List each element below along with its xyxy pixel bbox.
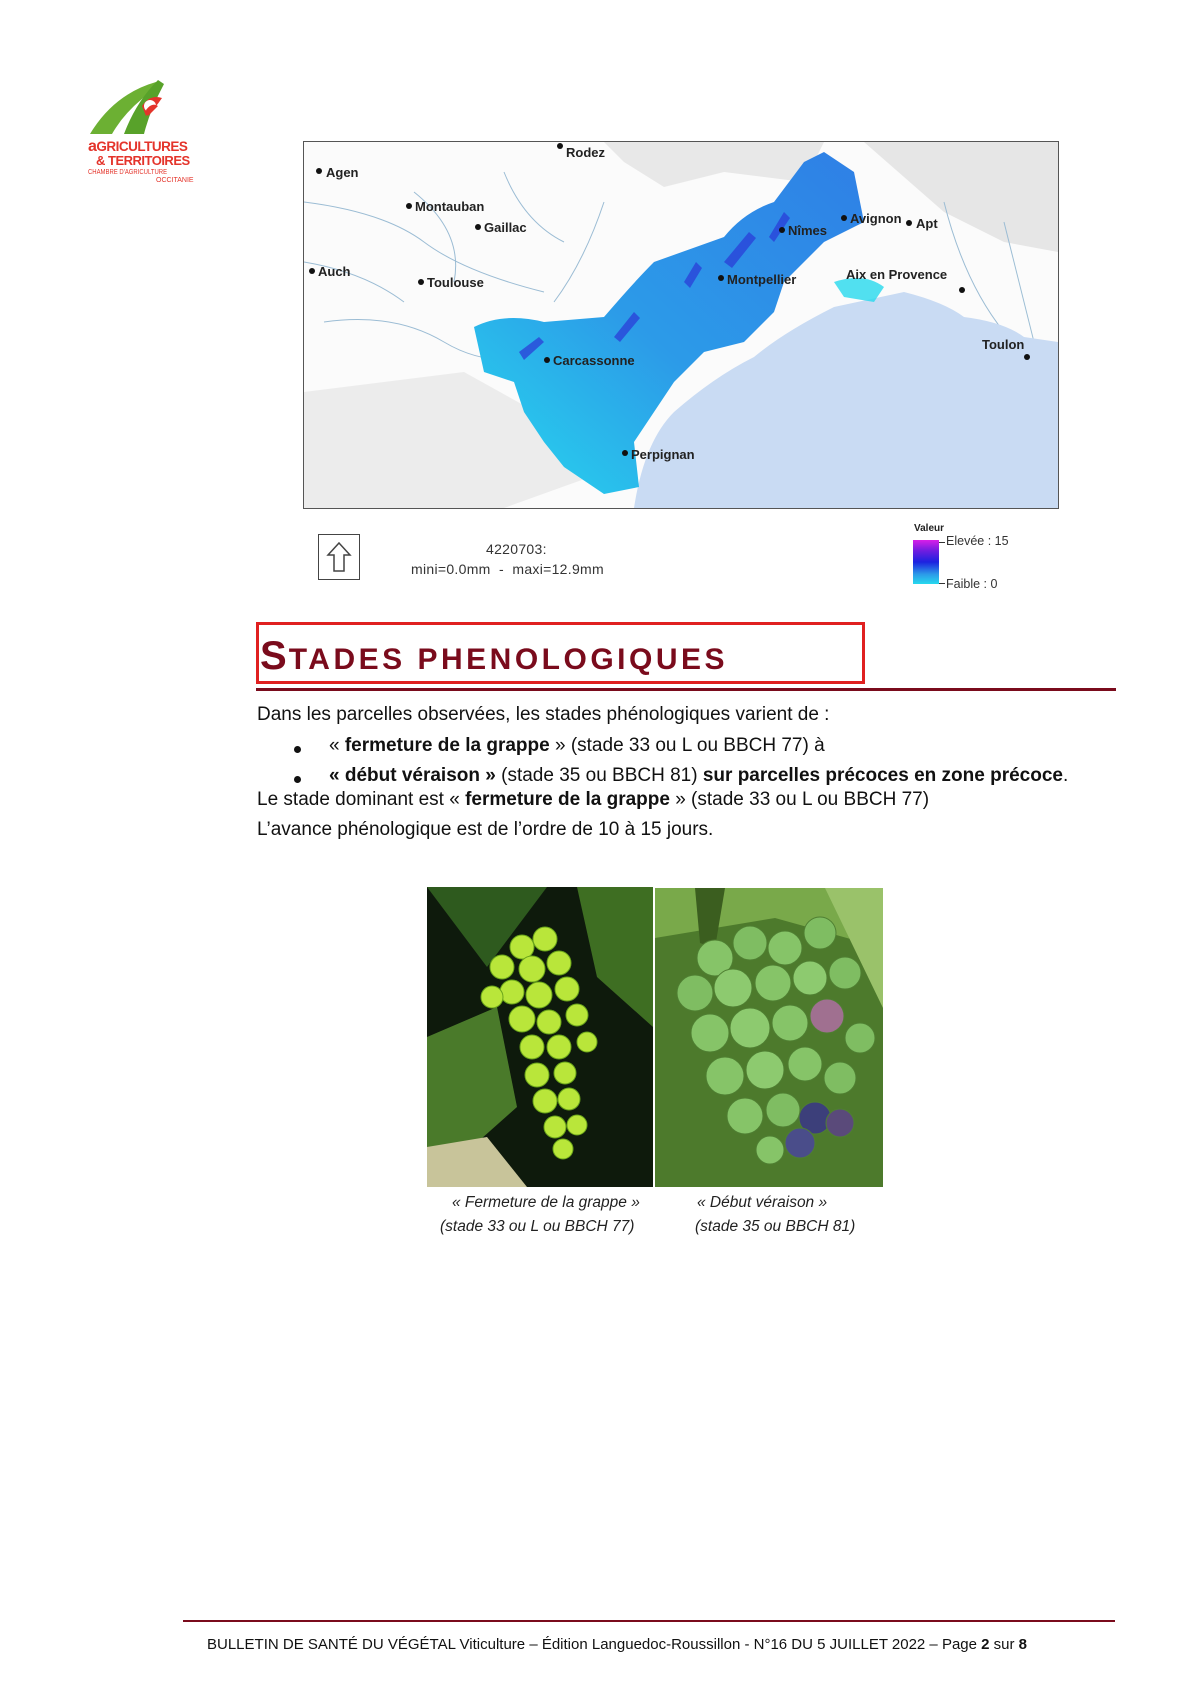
rainfall-map-graphic: Rodez Agen Montauban Gaillac Avignon Apt… xyxy=(304,142,1058,508)
footer-rule xyxy=(183,1620,1115,1622)
city-label-rodez: Rodez xyxy=(566,145,606,160)
chamber-logo: aGRICULTURES & TERRITOIRES CHAMBRE D'AGR… xyxy=(84,76,196,194)
bullet-item-2: « début véraison » (stade 35 ou BBCH 81)… xyxy=(329,765,1069,786)
logo-mark-icon xyxy=(90,80,164,134)
legend-high-label: Elevée : 15 xyxy=(946,534,1009,548)
legend-low-label: Faible : 0 xyxy=(946,577,998,591)
city-label-apt: Apt xyxy=(916,216,938,231)
logo-text-line4: OCCITANIE xyxy=(156,177,194,184)
city-label-perpignan: Perpignan xyxy=(631,447,695,462)
bullet-item-1: « fermeture de la grappe » (stade 33 ou … xyxy=(329,735,825,756)
rainfall-map: Rodez Agen Montauban Gaillac Avignon Apt… xyxy=(303,141,1059,509)
bullet-dot-1 xyxy=(294,746,301,753)
city-label-toulouse: Toulouse xyxy=(427,275,484,290)
city-label-auch: Auch xyxy=(318,264,351,279)
page-footer: BULLETIN DE SANTÉ DU VÉGÉTAL Viticulture… xyxy=(207,1636,1028,1653)
city-label-carcassonne: Carcassonne xyxy=(553,353,635,368)
city-label-nimes: Nîmes xyxy=(788,223,827,238)
legend-title: Valeur xyxy=(914,523,945,534)
city-label-avignon: Avignon xyxy=(850,211,902,226)
bullet-dot-2 xyxy=(294,776,301,783)
logo-text-line2: & TERRITOIRES xyxy=(96,153,190,168)
left-photo-caption-title: « Fermeture de la grappe » xyxy=(452,1194,640,1211)
legend-color-bar xyxy=(913,540,939,584)
dominant-stage-paragraph: Le stade dominant est « fermeture de la … xyxy=(257,789,930,810)
city-label-gaillac: Gaillac xyxy=(484,220,527,235)
city-label-toulon: Toulon xyxy=(982,337,1024,352)
city-label-montpellier: Montpellier xyxy=(727,272,796,287)
section-title: STADES PHENOLOGIQUES xyxy=(260,634,729,678)
right-photo-caption-title: « Début véraison » xyxy=(697,1194,828,1211)
advance-paragraph: L’avance phénologique est de l’ordre de … xyxy=(257,819,714,840)
legend-tick-low xyxy=(939,583,945,584)
north-arrow-icon xyxy=(318,534,360,580)
intro-paragraph: Dans les parcelles observées, les stades… xyxy=(257,704,830,725)
logo-text-line3: CHAMBRE D'AGRICULTURE xyxy=(88,169,168,176)
legend-tick-high xyxy=(939,542,945,543)
right-photo-caption-stage: (stade 35 ou BBCH 81) xyxy=(695,1218,856,1235)
photo-veraison-start xyxy=(655,888,883,1187)
map-range-label: mini=0.0mm - maxi=12.9mm xyxy=(411,561,604,577)
city-label-montauban: Montauban xyxy=(415,199,484,214)
city-label-agen: Agen xyxy=(326,165,359,180)
heading-rule xyxy=(256,688,1116,691)
photo-bunch-closure xyxy=(427,887,653,1187)
city-label-aix: Aix en Provence xyxy=(846,267,947,282)
left-photo-caption-stage: (stade 33 ou L ou BBCH 77) xyxy=(440,1218,635,1235)
map-id-label: 4220703: xyxy=(486,541,547,557)
